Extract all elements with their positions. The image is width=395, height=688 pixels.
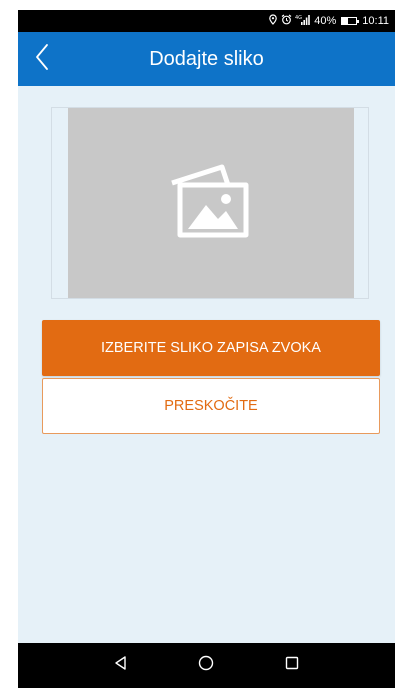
battery-percent: 40% (314, 15, 337, 27)
nav-home-button[interactable] (186, 646, 226, 686)
svg-text:4G: 4G (295, 15, 302, 21)
recents-square-icon (284, 655, 300, 676)
skip-button[interactable]: PRESKOČITE (42, 378, 380, 434)
chevron-left-icon (34, 43, 50, 76)
photos-icon (166, 161, 256, 246)
choose-image-button[interactable]: IZBERITE SLIKO ZAPISA ZVOKA (42, 320, 380, 376)
image-frame[interactable] (51, 107, 369, 299)
nav-back-button[interactable] (101, 646, 141, 686)
location-icon (268, 14, 278, 28)
app-bar: Dodajte sliko (18, 32, 395, 86)
battery-icon (341, 17, 360, 25)
phone-screen: 4G 40% 10:11 Dodajte sliko IZBERITE SLIK… (18, 10, 395, 688)
page-title: Dodajte sliko (149, 47, 264, 70)
back-triangle-icon (113, 655, 129, 676)
alarm-icon (281, 14, 292, 28)
signal-icon: 4G (295, 14, 311, 28)
status-bar: 4G 40% 10:11 (18, 10, 395, 32)
back-button[interactable] (22, 32, 62, 86)
image-placeholder[interactable] (68, 108, 354, 298)
home-circle-icon (198, 655, 214, 676)
status-time: 10:11 (362, 15, 389, 27)
nav-recents-button[interactable] (272, 646, 312, 686)
navigation-bar (18, 643, 395, 688)
